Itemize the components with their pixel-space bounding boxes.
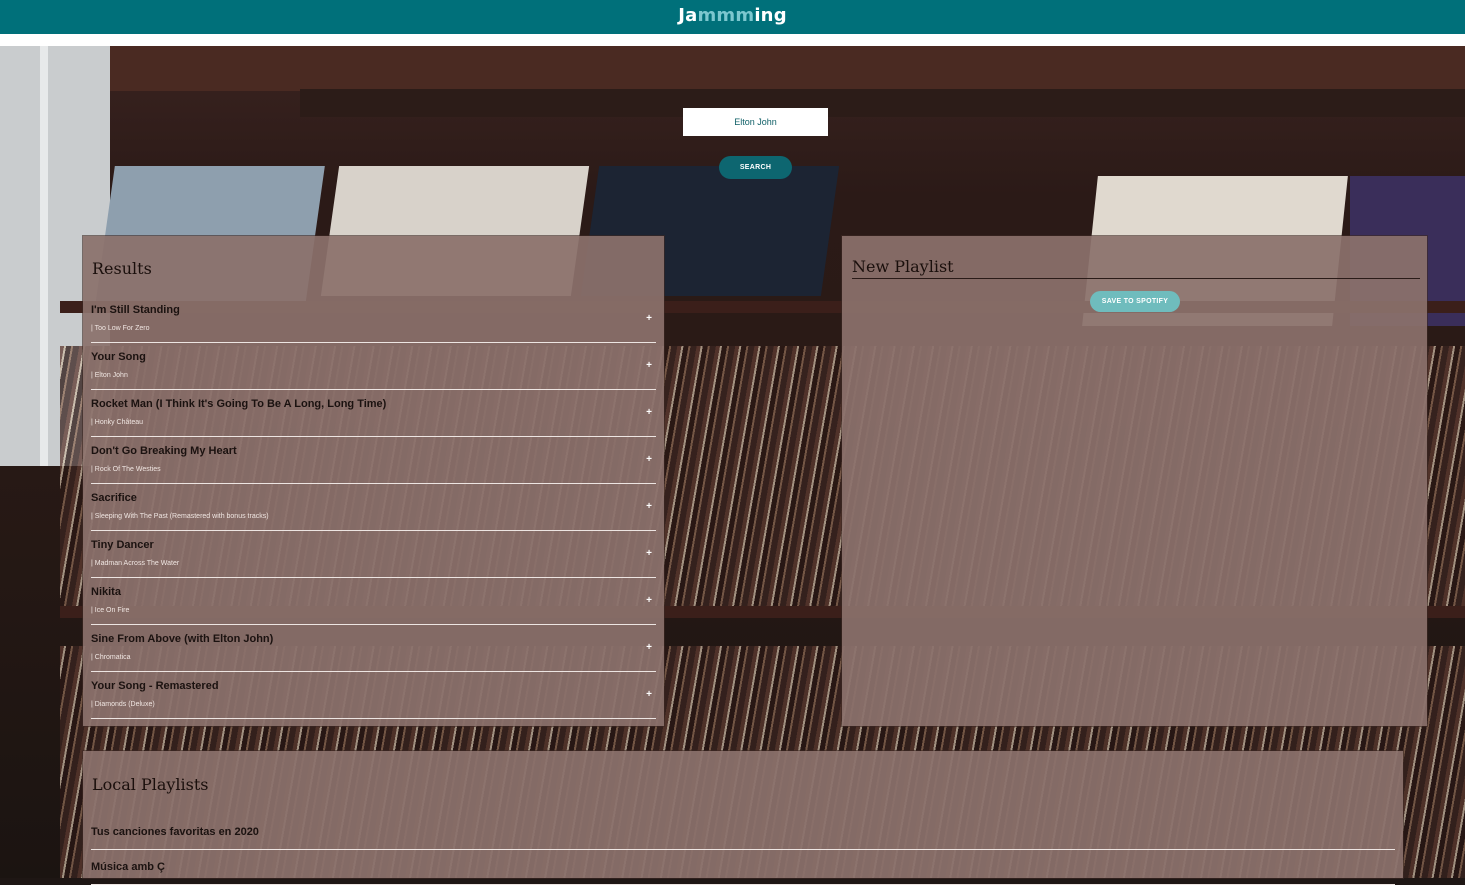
add-track-button[interactable]: + xyxy=(642,500,656,514)
track-row: Sine From Above (with Elton John) | Chrom… xyxy=(91,624,656,672)
track-name: Nikita xyxy=(91,586,121,598)
add-track-button[interactable]: + xyxy=(642,688,656,702)
track-album: | Too Low For Zero xyxy=(91,325,150,332)
brand-prefix: Ja xyxy=(678,5,698,26)
track-album: | Ice On Fire xyxy=(91,607,130,614)
header-divider xyxy=(0,34,1465,46)
results-panel: Results I'm Still Standing | Too Low For … xyxy=(83,236,664,726)
local-playlists-title: Local Playlists xyxy=(92,775,209,794)
track-name: Sine From Above (with Elton John) xyxy=(91,633,274,645)
app-logo: Jammming xyxy=(678,5,787,26)
local-playlist-name: Música amb Ç xyxy=(91,861,165,873)
add-track-button[interactable]: + xyxy=(642,641,656,655)
search-button[interactable]: SEARCH xyxy=(719,156,792,179)
track-row: Don't Go Breaking My Heart | Rock Of The … xyxy=(91,436,656,484)
add-track-button[interactable]: + xyxy=(642,406,656,420)
track-album: | Elton John xyxy=(91,372,128,379)
local-playlist-item[interactable]: Tus canciones favoritas en 2020 xyxy=(91,815,1395,850)
local-playlist-item[interactable]: Música amb Ç xyxy=(91,850,1395,885)
track-name: Your Song - Remastered xyxy=(91,680,219,692)
track-name: Rocket Man (I Think It's Going To Be A L… xyxy=(91,398,387,410)
track-album: | Honky Château xyxy=(91,419,144,426)
track-row: Nikita | Ice On Fire + xyxy=(91,577,656,625)
add-track-button[interactable]: + xyxy=(642,547,656,561)
brand-accent: mmm xyxy=(697,5,755,26)
track-row: Sacrifice | Sleeping With The Past (Remas… xyxy=(91,483,656,531)
app-header: Jammming xyxy=(0,0,1465,34)
search-input[interactable] xyxy=(683,108,828,136)
add-track-button[interactable]: + xyxy=(642,312,656,326)
add-track-button[interactable]: + xyxy=(642,359,656,373)
track-name: I'm Still Standing xyxy=(91,304,180,316)
add-track-button[interactable]: + xyxy=(642,453,656,467)
new-playlist-panel: New Playlist SAVE TO SPOTIFY xyxy=(842,236,1427,726)
track-name: Tiny Dancer xyxy=(91,539,154,551)
track-album: | Sleeping With The Past (Remastered wit… xyxy=(91,513,269,520)
playlist-name-underline xyxy=(852,278,1420,279)
save-to-spotify-button[interactable]: SAVE TO SPOTIFY xyxy=(1090,291,1180,312)
track-name: Your Song xyxy=(91,351,146,363)
track-row: Your Song | Elton John + xyxy=(91,342,656,390)
playlist-name-input[interactable]: New Playlist xyxy=(852,257,954,276)
track-row: I'm Still Standing | Too Low For Zero + xyxy=(91,295,656,343)
track-row: Rocket Man (I Think It's Going To Be A L… xyxy=(91,389,656,437)
track-album: | Madman Across The Water xyxy=(91,560,180,567)
track-album: | Rock Of The Westies xyxy=(91,466,161,473)
local-playlists-panel: Local Playlists Tus canciones favoritas … xyxy=(83,751,1403,885)
track-row: Tiny Dancer | Madman Across The Water + xyxy=(91,530,656,578)
track-name: Sacrifice xyxy=(91,492,137,504)
add-track-button[interactable]: + xyxy=(642,594,656,608)
track-album: | Chromatica xyxy=(91,654,131,661)
results-title: Results xyxy=(92,259,152,278)
local-playlist-name: Tus canciones favoritas en 2020 xyxy=(91,826,259,838)
brand-suffix: ing xyxy=(754,5,787,26)
track-row: Your Song - Remastered | Diamonds (Deluxe… xyxy=(91,671,656,719)
track-name: Don't Go Breaking My Heart xyxy=(91,445,237,457)
track-album: | Diamonds (Deluxe) xyxy=(91,701,155,708)
